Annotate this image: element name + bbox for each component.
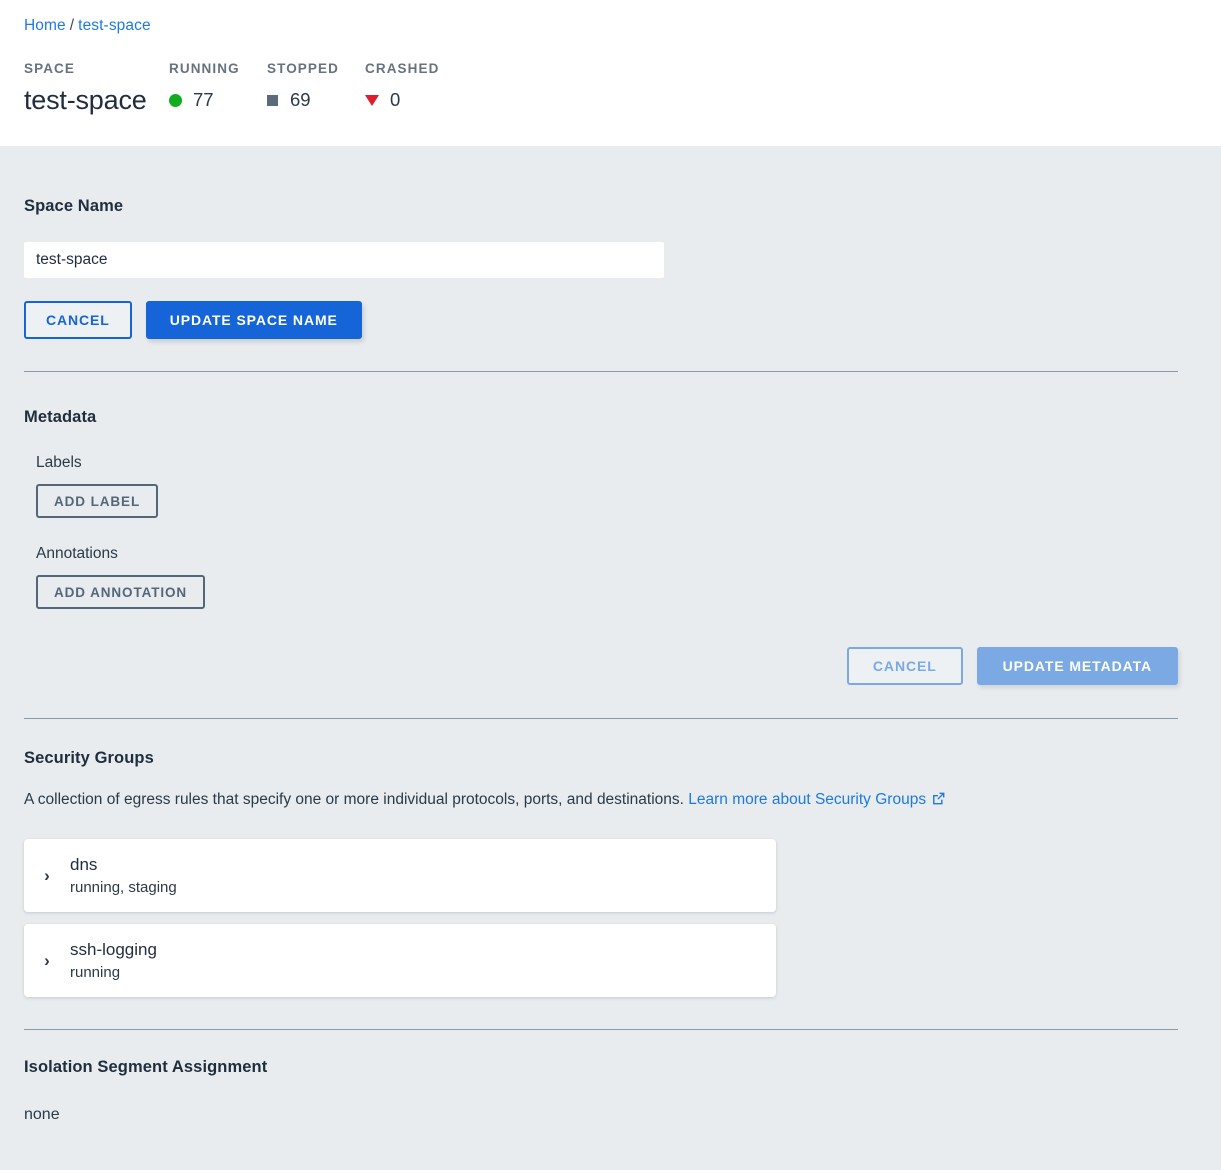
space-name-input[interactable] (24, 242, 664, 278)
green-circle-icon (169, 93, 182, 107)
security-groups-accordion: › dns running, staging › ssh-logging run… (24, 839, 1197, 997)
update-metadata-button[interactable]: UPDATE METADATA (976, 647, 1178, 685)
cancel-space-name-button[interactable]: CANCEL (24, 301, 132, 339)
breadcrumb: Home / test-space (24, 0, 1197, 37)
metadata-heading: Metadata (24, 408, 97, 426)
security-groups-description: A collection of egress rules that specif… (24, 789, 1197, 813)
annotations-group: Annotations ADD ANNOTATION (24, 545, 1197, 609)
security-group-row[interactable]: › dns running, staging (24, 839, 776, 912)
space-name-section: Space Name CANCEL UPDATE SPACE NAME (24, 146, 1197, 339)
learn-more-label: Learn more about Security Groups (688, 791, 927, 808)
page-content: Space Name CANCEL UPDATE SPACE NAME Meta… (0, 146, 1221, 1124)
chevron-right-icon[interactable]: › (24, 867, 70, 884)
stat-stopped-label: STOPPED (267, 61, 339, 76)
stat-space-label: SPACE (24, 61, 76, 76)
security-group-row[interactable]: › ssh-logging running (24, 924, 776, 997)
isolation-segment-value: none (24, 1106, 60, 1123)
stat-space: SPACE test-space (24, 61, 169, 114)
space-name-heading: Space Name (24, 197, 124, 215)
page-title: test-space (24, 85, 147, 115)
security-group-lifecycles: running, staging (70, 879, 177, 896)
stat-running: RUNNING 77 (169, 61, 267, 114)
security-group-name: dns (70, 855, 98, 874)
external-link-icon (931, 791, 946, 813)
metadata-actions: CANCEL UPDATE METADATA (24, 647, 1178, 685)
gray-square-icon (267, 94, 278, 106)
stat-stopped-count: 69 (290, 89, 311, 110)
update-space-name-button[interactable]: UPDATE SPACE NAME (145, 301, 362, 339)
stat-crashed-count: 0 (390, 89, 401, 110)
stat-crashed-label: CRASHED (365, 61, 440, 76)
isolation-segment-heading: Isolation Segment Assignment (24, 1058, 268, 1076)
metadata-section: Metadata Labels ADD LABEL Annotations AD… (24, 372, 1197, 685)
security-group-lifecycles: running (70, 964, 121, 981)
labels-group: Labels ADD LABEL (24, 454, 1197, 518)
add-annotation-button[interactable]: ADD ANNOTATION (36, 575, 206, 609)
security-group-name: ssh-logging (70, 940, 157, 959)
learn-more-security-groups-link[interactable]: Learn more about Security Groups (688, 791, 946, 808)
security-groups-heading: Security Groups (24, 749, 154, 767)
breadcrumb-link-current-space[interactable]: test-space (78, 17, 151, 34)
security-groups-description-text: A collection of egress rules that specif… (24, 791, 684, 808)
breadcrumb-separator: / (69, 17, 75, 34)
stat-running-count: 77 (193, 89, 214, 110)
breadcrumb-link-home[interactable]: Home (24, 17, 66, 34)
annotations-label: Annotations (36, 545, 118, 562)
isolation-segment-section: Isolation Segment Assignment none (24, 1030, 1197, 1124)
stat-running-label: RUNNING (169, 61, 240, 76)
cancel-metadata-button[interactable]: CANCEL (846, 647, 963, 685)
space-stats-bar: SPACE test-space RUNNING 77 STOPPED 69 C… (24, 61, 1197, 114)
stat-stopped: STOPPED 69 (267, 61, 365, 114)
space-name-actions: CANCEL UPDATE SPACE NAME (24, 301, 1197, 339)
red-triangle-down-icon (365, 94, 379, 106)
chevron-right-icon[interactable]: › (24, 952, 70, 969)
add-label-button[interactable]: ADD LABEL (36, 484, 159, 518)
labels-label: Labels (36, 454, 82, 471)
security-groups-section: Security Groups A collection of egress r… (24, 719, 1197, 997)
page-header: Home / test-space SPACE test-space RUNNING… (0, 0, 1221, 146)
stat-crashed: CRASHED 0 (365, 61, 439, 114)
